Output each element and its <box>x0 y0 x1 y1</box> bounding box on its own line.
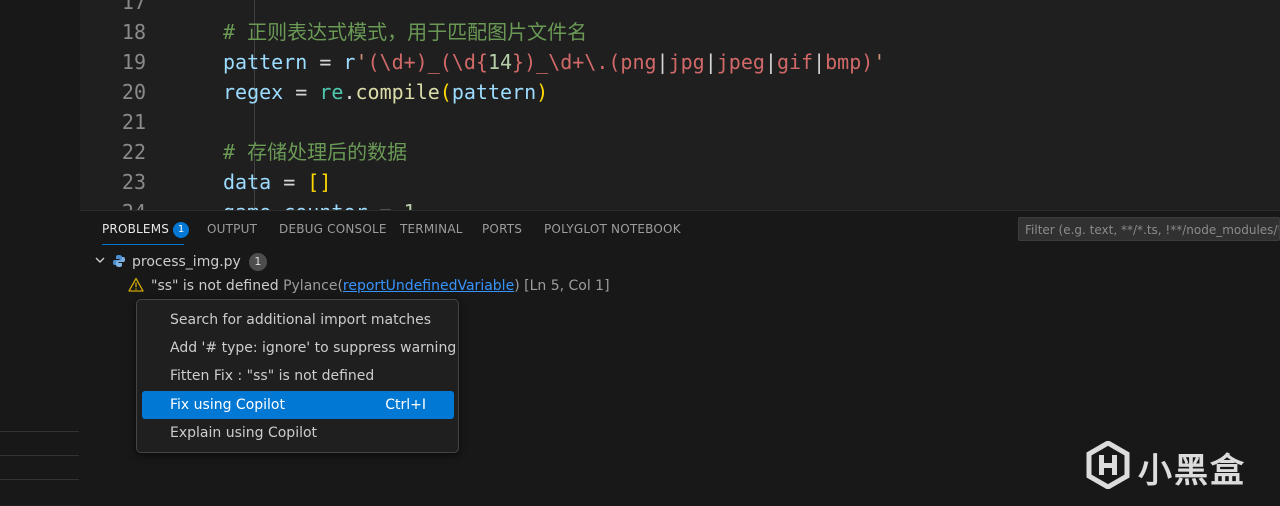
watermark-text: 小黑盒 <box>1138 450 1246 491</box>
code-line[interactable]: 19 pattern = r'(\d+)_(\d{14})_\d+\.(png|j… <box>80 47 1280 77</box>
code-token: jpeg <box>716 50 765 74</box>
code-token: pattern <box>451 80 537 104</box>
line-number: 19 <box>121 50 146 74</box>
menu-item-label: Fix using Copilot <box>170 397 285 413</box>
code-token: (\d+)_(\d{ <box>367 50 488 74</box>
code-token: jpg <box>668 50 705 74</box>
code-token: ) <box>536 80 549 104</box>
quick-fix-menu: Search for additional import matches Add… <box>136 299 459 453</box>
code-token: # 正则表达式模式，用于匹配图片文件名 <box>223 20 588 44</box>
code-token: ( <box>439 80 452 104</box>
code-text: # 存储处理后的数据 <box>223 137 407 167</box>
code-token: = <box>307 50 344 74</box>
activity-bar <box>0 0 81 505</box>
tab-label: PROBLEMS <box>102 222 170 236</box>
code-token: # 存储处理后的数据 <box>223 140 408 164</box>
code-token: game_counter <box>223 200 368 210</box>
code-token: data <box>223 170 272 194</box>
sidebar-divider <box>0 455 79 456</box>
watermark-logo-icon <box>1086 440 1130 493</box>
code-line[interactable]: 17 <box>80 0 1280 17</box>
problem-item[interactable]: "ss" is not defined Pylance(reportUndefi… <box>128 275 610 297</box>
problem-message: "ss" is not defined <box>151 278 279 294</box>
code-text: pattern = r'(\d+)_(\d{14})_\d+\.(png|jpg… <box>223 47 885 77</box>
code-token: | <box>656 50 669 74</box>
code-token: = <box>283 80 320 104</box>
code-text: data = [] <box>223 167 331 197</box>
tab-output[interactable]: OUTPUT <box>207 222 257 236</box>
problem-file-row[interactable]: process_img.py 1 <box>94 251 267 273</box>
code-text: # 正则表达式模式，用于匹配图片文件名 <box>223 17 587 47</box>
menu-item-explain-using-copilot[interactable]: Explain using Copilot <box>142 419 454 447</box>
code-token: compile <box>355 80 440 104</box>
watermark: 小黑盒 <box>1086 440 1246 494</box>
code-token: r <box>343 50 356 74</box>
tab-ports[interactable]: PORTS <box>482 222 522 236</box>
line-number: 18 <box>121 20 146 44</box>
code-token: | <box>813 50 826 74</box>
keyboard-shortcut: Ctrl+I <box>385 397 426 413</box>
file-name: process_img.py <box>132 254 241 270</box>
code-line[interactable]: 21 <box>80 107 1280 137</box>
problem-source: Pylance(reportUndefinedVariable) <box>283 278 520 294</box>
sidebar-divider <box>0 479 79 480</box>
tab-polyglot-notebook[interactable]: POLYGLOT NOTEBOOK <box>544 222 681 236</box>
code-line[interactable]: 24 game_counter = 1 <box>80 197 1280 210</box>
code-token: bmp) <box>825 50 874 74</box>
code-token: . <box>343 80 356 104</box>
code-line[interactable]: 18 # 正则表达式模式，用于匹配图片文件名 <box>80 17 1280 47</box>
code-token: pattern <box>223 50 308 74</box>
problems-filter-input[interactable]: Filter (e.g. text, **/*.ts, !**/node_mod… <box>1018 217 1280 241</box>
menu-item-search-import[interactable]: Search for additional import matches <box>142 306 454 334</box>
code-token: 14 <box>487 50 513 74</box>
code-token: ' <box>873 50 886 74</box>
warning-icon <box>128 277 144 293</box>
code-line[interactable]: 23 data = [] <box>80 167 1280 197</box>
line-number: 21 <box>121 110 146 134</box>
problem-source-name: Pylance( <box>283 278 343 294</box>
code-token: = <box>271 170 308 194</box>
line-number: 17 <box>121 0 146 14</box>
file-problem-count: 1 <box>248 253 267 271</box>
code-line[interactable]: 20 regex = re.compile(pattern) <box>80 77 1280 107</box>
problems-count-badge: 1 <box>173 222 190 238</box>
active-tab-indicator <box>102 244 184 245</box>
tab-debug-console[interactable]: DEBUG CONSOLE <box>279 222 387 236</box>
line-number: 22 <box>121 140 146 164</box>
chevron-down-icon[interactable] <box>94 251 110 273</box>
code-token: })_\d+\.(png <box>512 50 657 74</box>
code-token: ' <box>355 50 368 74</box>
line-number: 24 <box>80 197 146 210</box>
problem-source-close: ) <box>514 278 520 294</box>
line-number: 23 <box>121 170 146 194</box>
line-number: 20 <box>121 80 146 104</box>
python-file-icon <box>112 253 126 267</box>
rule-link[interactable]: reportUndefinedVariable <box>343 278 514 294</box>
menu-item-fitten-fix[interactable]: Fitten Fix : "ss" is not defined <box>142 362 454 390</box>
code-token: = <box>368 200 404 210</box>
tab-terminal[interactable]: TERMINAL <box>400 222 463 236</box>
code-token: [] <box>307 170 332 194</box>
menu-item-fix-using-copilot[interactable]: Fix using Copilot Ctrl+I <box>142 391 454 419</box>
code-token: 1 <box>404 200 416 210</box>
code-token: | <box>764 50 777 74</box>
problem-position: [Ln 5, Col 1] <box>524 278 610 294</box>
menu-item-type-ignore[interactable]: Add '# type: ignore' to suppress warning <box>142 334 456 362</box>
tab-problems[interactable]: PROBLEMS 1 <box>102 222 190 238</box>
code-text: game_counter = 1 <box>223 197 416 210</box>
code-line[interactable]: 22 # 存储处理后的数据 <box>80 137 1280 167</box>
code-editor[interactable]: 17 18 # 正则表达式模式，用于匹配图片文件名 19 pattern = r'(\d… <box>80 0 1280 210</box>
code-text: regex = re.compile(pattern) <box>223 77 548 107</box>
code-token: | <box>704 50 717 74</box>
code-token: gif <box>776 50 814 74</box>
sidebar-divider <box>0 431 79 432</box>
code-token: re <box>319 80 344 104</box>
code-token: regex <box>223 80 284 104</box>
